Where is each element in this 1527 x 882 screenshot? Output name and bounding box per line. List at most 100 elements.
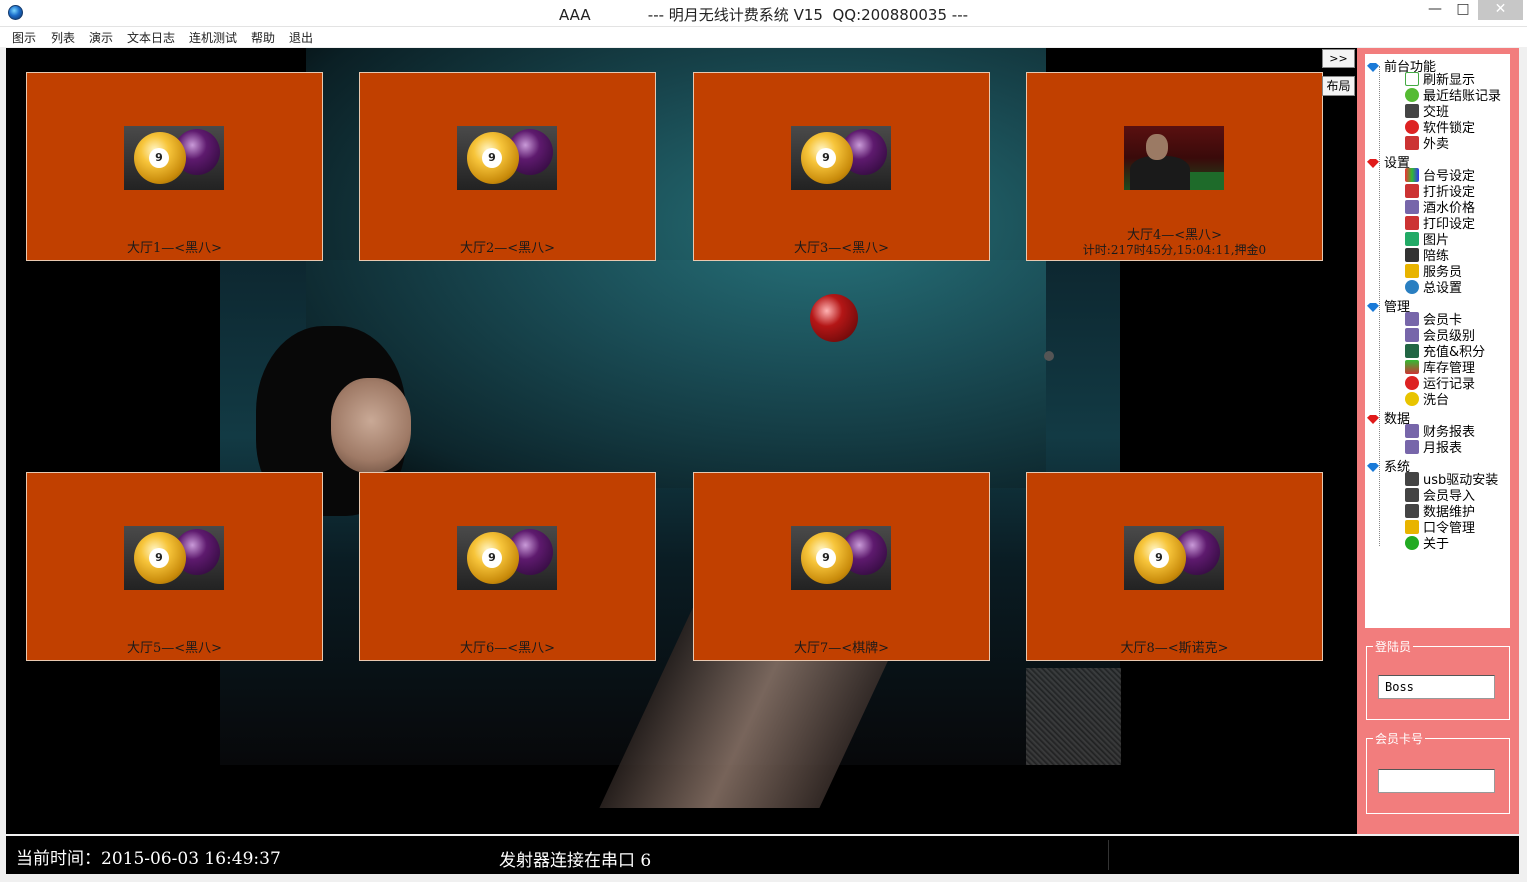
table-tile-1[interactable]: 9 大厅1—<黑八> [26,72,323,261]
login-title: 登陆员 [1373,638,1414,655]
tree-item-label: 充值&积分 [1423,345,1486,360]
billiard-balls-icon: 9 [791,526,891,590]
table-tile-2[interactable]: 9 大厅2—<黑八> [359,72,656,261]
menu-item-connection-test[interactable]: 连机测试 [189,29,237,46]
menu-item-text-log[interactable]: 文本日志 [127,29,175,46]
tree-item-shift-change[interactable]: 交班 [1405,104,1449,121]
tree-group-system[interactable]: 系统 [1367,456,1410,475]
ball-number: 9 [816,548,836,568]
tree-item-label: 打折设定 [1423,185,1476,200]
menu-bar: 图示 列表 演示 文本日志 连机测试 帮助 退出 [0,27,1527,47]
leaf-icon [1405,88,1419,102]
tree-group-settings[interactable]: 设置 [1367,152,1410,171]
tree-item-lock[interactable]: 软件锁定 [1405,120,1475,137]
door-icon [1405,504,1419,518]
tree-item-discount[interactable]: 打折设定 [1405,184,1475,201]
tree-group-management[interactable]: 管理 [1367,296,1410,315]
table-tile-3[interactable]: 9 大厅3—<黑八> [693,72,990,261]
yellow-ball-icon: 9 [801,532,853,584]
table-tile-8[interactable]: 9 大厅8—<斯诺克> [1026,472,1323,661]
member-card-field[interactable] [1378,769,1495,793]
plant-icon [1405,344,1419,358]
tree-item-drink-price[interactable]: 酒水价格 [1405,200,1475,217]
window-title: AAA --- 明月无线计费系统 V15 QQ:200880035 --- [558,6,969,24]
menu-item-list[interactable]: 列表 [51,29,75,46]
billiard-balls-icon: 9 [791,126,891,190]
tree-item-financial-report[interactable]: 财务报表 [1405,424,1475,441]
blue-gem-icon [1367,63,1379,72]
red-gem-icon [1367,159,1379,168]
menu-item-diagram[interactable]: 图示 [12,29,36,46]
tree-item-coach[interactable]: 陪练 [1405,248,1449,265]
tree-item-data-maintenance[interactable]: 数据维护 [1405,504,1475,521]
chain-icon [1405,424,1419,438]
lifebuoy-icon [1405,376,1419,390]
tree-item-label: 图片 [1423,233,1450,248]
tree-item-clean-table[interactable]: 洗台 [1405,392,1449,409]
ball-number: 9 [816,148,836,168]
ball-number: 9 [482,148,502,168]
table-tile-5[interactable]: 9 大厅5—<黑八> [26,472,323,661]
cabinet-icon [1405,360,1419,374]
ball-number: 9 [482,548,502,568]
door-icon [1405,472,1419,486]
tree-item-about[interactable]: 关于 [1405,536,1449,553]
tree-item-recharge[interactable]: 充值&积分 [1405,344,1485,361]
tree-item-label: 关于 [1423,537,1450,552]
side-panel: 前台功能 刷新显示 最近结账记录 交班 软件锁定 外卖 设置 台号设定 打折设定… [1357,48,1519,834]
tree-item-pictures[interactable]: 图片 [1405,232,1449,249]
menu-item-help[interactable]: 帮助 [251,29,275,46]
blue-gem-icon [1367,303,1379,312]
bulb-icon [1405,392,1419,406]
tree-item-member-level[interactable]: 会员级别 [1405,328,1475,345]
table-label: 大厅4—<黑八> [1126,228,1223,243]
tree-item-recent-checkout[interactable]: 最近结账记录 [1405,88,1501,105]
tree-item-label: 财务报表 [1423,425,1476,440]
key-icon [1405,520,1419,534]
close-button[interactable]: ✕ [1478,0,1523,20]
refresh-icon [1405,72,1419,86]
member-title: 会员卡号 [1373,730,1426,747]
background-figure-face [331,378,411,473]
table-tile-7[interactable]: 9 大厅7—<棋牌> [693,472,990,661]
function-tree[interactable]: 前台功能 刷新显示 最近结账记录 交班 软件锁定 外卖 设置 台号设定 打折设定… [1365,54,1510,628]
tree-item-usb-driver[interactable]: usb驱动安装 [1405,472,1498,489]
tree-item-password[interactable]: 口令管理 [1405,520,1475,537]
expand-button[interactable]: >> [1322,49,1355,68]
tree-item-label: 最近结账记录 [1423,89,1502,104]
player-photo-icon [1124,126,1224,190]
tree-item-label: 打印设定 [1423,217,1476,232]
tree-item-general-settings[interactable]: 总设置 [1405,280,1462,297]
tree-item-label: usb驱动安装 [1423,473,1499,488]
tool-icon [1405,136,1419,150]
chain-icon [1405,328,1419,342]
maximize-button[interactable]: □ [1450,0,1476,20]
tree-item-run-log[interactable]: 运行记录 [1405,376,1475,393]
table-tile-4[interactable]: 大厅4—<黑八> 计时:217时45分,15:04:11,押金0 [1026,72,1323,261]
tree-item-takeout[interactable]: 外卖 [1405,136,1449,153]
tree-item-inventory[interactable]: 库存管理 [1405,360,1475,377]
minimize-button[interactable]: — [1422,0,1448,20]
tree-item-monthly-report[interactable]: 月报表 [1405,440,1462,457]
tree-item-label: 会员导入 [1423,489,1476,504]
layout-button[interactable]: 布局 [1322,76,1355,96]
tree-item-label: 交班 [1423,105,1450,120]
door-icon [1405,104,1419,118]
table-label: 大厅6—<黑八> [459,641,556,656]
tree-item-print-settings[interactable]: 打印设定 [1405,216,1475,233]
tree-item-refresh[interactable]: 刷新显示 [1405,72,1475,89]
tree-item-member-import[interactable]: 会员导入 [1405,488,1475,505]
tree-group-data[interactable]: 数据 [1367,408,1410,427]
tree-item-member-card[interactable]: 会员卡 [1405,312,1462,329]
login-field[interactable]: Boss [1378,675,1495,699]
menu-item-demo[interactable]: 演示 [89,29,113,46]
tree-item-waiter[interactable]: 服务员 [1405,264,1462,281]
chain-icon [1405,200,1419,214]
tree-item-table-number[interactable]: 台号设定 [1405,168,1475,185]
table-tile-6[interactable]: 9 大厅6—<黑八> [359,472,656,661]
billiard-balls-icon: 9 [457,126,557,190]
key-icon [1405,264,1419,278]
tree-icon [1405,232,1419,246]
menu-item-exit[interactable]: 退出 [289,29,313,46]
table-label: 大厅8—<斯诺克> [1120,641,1229,656]
